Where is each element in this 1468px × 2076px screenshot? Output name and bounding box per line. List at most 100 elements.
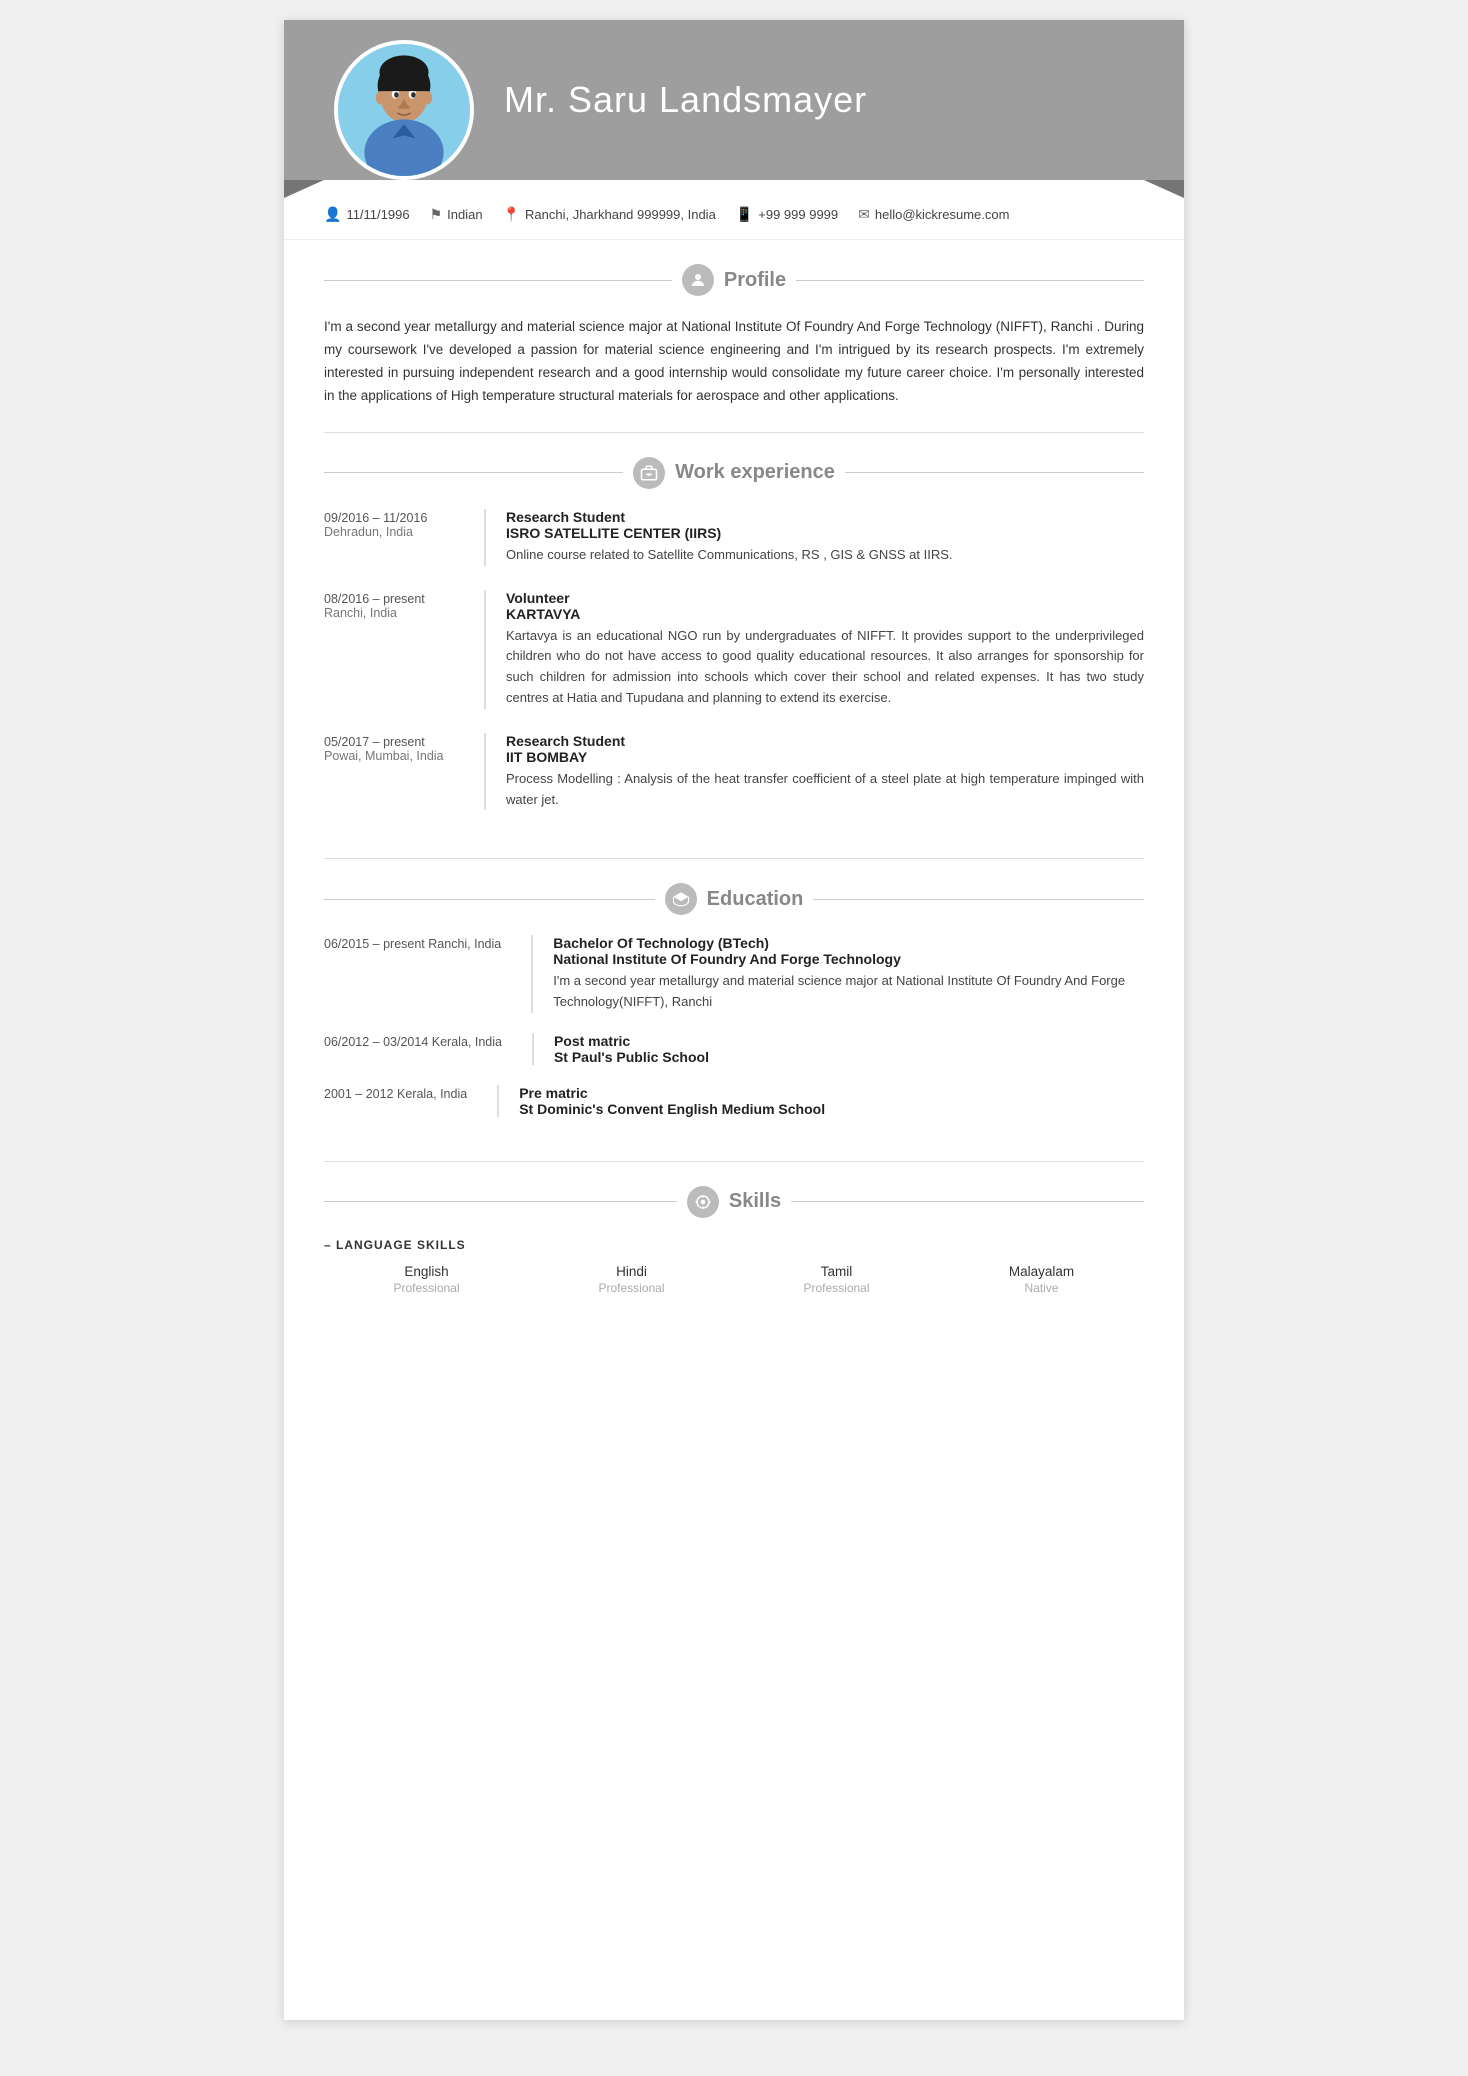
work-date-range-2: 08/2016 – present	[324, 592, 454, 606]
nationality-item: ⚑ Indian	[430, 206, 483, 223]
person-icon: 👤	[324, 206, 341, 223]
email-item: ✉ hello@kickresume.com	[858, 206, 1009, 223]
candidate-name: Mr. Saru Landsmayer	[504, 79, 867, 121]
email-icon: ✉	[858, 206, 870, 223]
profile-section-header: Profile	[324, 264, 1144, 296]
edu-degree-3: Pre matric	[519, 1085, 1144, 1101]
edu-date-1: 06/2015 – present Ranchi, India	[324, 935, 501, 1013]
dob-value: 11/11/1996	[346, 207, 409, 222]
language-level-hindi: Professional	[529, 1281, 734, 1295]
language-name-english: English	[324, 1264, 529, 1279]
section-line-left	[324, 1201, 677, 1202]
personal-info-bar: 👤 11/11/1996 ⚑ Indian 📍 Ranchi, Jharkhan…	[284, 190, 1184, 240]
language-grid: English Professional Hindi Professional …	[324, 1264, 1144, 1295]
work-experience-section: Work experience 09/2016 – 11/2016 Dehrad…	[284, 433, 1184, 859]
work-desc-1: Online course related to Satellite Commu…	[506, 545, 1144, 566]
skills-section-header: Skills	[324, 1186, 1144, 1218]
phone-value: +99 999 9999	[758, 207, 838, 222]
language-english: English Professional	[324, 1264, 529, 1295]
work-title: Work experience	[675, 461, 835, 484]
location-value: Ranchi, Jharkhand 999999, India	[525, 207, 716, 222]
language-name-malayalam: Malayalam	[939, 1264, 1144, 1279]
work-date-range-3: 05/2017 – present	[324, 735, 454, 749]
edu-date-3: 2001 – 2012 Kerala, India	[324, 1085, 467, 1117]
work-location-3: Powai, Mumbai, India	[324, 749, 454, 763]
section-line-left	[324, 280, 672, 281]
location-item: 📍 Ranchi, Jharkhand 999999, India	[503, 206, 716, 223]
section-line-right	[845, 472, 1144, 473]
section-line-right	[791, 1201, 1144, 1202]
work-item-1: 09/2016 – 11/2016 Dehradun, India Resear…	[324, 509, 1144, 566]
nationality-value: Indian	[447, 207, 482, 222]
edu-content-3: Pre matric St Dominic's Convent English …	[497, 1085, 1144, 1117]
work-date-1: 09/2016 – 11/2016 Dehradun, India	[324, 509, 454, 566]
work-date-2: 08/2016 – present Ranchi, India	[324, 590, 454, 709]
edu-school-1: National Institute Of Foundry And Forge …	[553, 951, 1144, 967]
language-level-malayalam: Native	[939, 1281, 1144, 1295]
work-item-3: 05/2017 – present Powai, Mumbai, India R…	[324, 733, 1144, 811]
edu-desc-1: I'm a second year metallurgy and materia…	[553, 971, 1144, 1013]
flag-icon: ⚑	[430, 206, 443, 223]
work-company-2: KARTAVYA	[506, 606, 1144, 622]
avatar	[334, 40, 474, 180]
edu-date-range-2: 06/2012 – 03/2014	[324, 1035, 428, 1049]
work-content-1: Research Student ISRO SATELLITE CENTER (…	[484, 509, 1144, 566]
edu-item-3: 2001 – 2012 Kerala, India Pre matric St …	[324, 1085, 1144, 1117]
language-name-hindi: Hindi	[529, 1264, 734, 1279]
edu-school-3: St Dominic's Convent English Medium Scho…	[519, 1101, 1144, 1117]
phone-icon: 📱	[736, 206, 753, 223]
edu-content-2: Post matric St Paul's Public School	[532, 1033, 1144, 1065]
section-line-left	[324, 899, 655, 900]
edu-content-1: Bachelor Of Technology (BTech) National …	[531, 935, 1144, 1013]
dob-item: 👤 11/11/1996	[324, 206, 410, 223]
work-content-3: Research Student IIT BOMBAY Process Mode…	[484, 733, 1144, 811]
work-job-title-3: Research Student	[506, 733, 1144, 749]
edu-date-range-3: 2001 – 2012	[324, 1087, 394, 1101]
header: Mr. Saru Landsmayer	[284, 20, 1184, 180]
work-location-2: Ranchi, India	[324, 606, 454, 620]
work-location-1: Dehradun, India	[324, 525, 454, 539]
education-title: Education	[707, 888, 804, 911]
section-line-left	[324, 472, 623, 473]
work-job-title-2: Volunteer	[506, 590, 1144, 606]
edu-school-2: St Paul's Public School	[554, 1049, 1144, 1065]
language-level-english: Professional	[324, 1281, 529, 1295]
education-section: Education 06/2015 – present Ranchi, Indi…	[284, 859, 1184, 1161]
work-item-2: 08/2016 – present Ranchi, India Voluntee…	[324, 590, 1144, 709]
language-hindi: Hindi Professional	[529, 1264, 734, 1295]
work-desc-3: Process Modelling : Analysis of the heat…	[506, 769, 1144, 811]
work-company-1: ISRO SATELLITE CENTER (IIRS)	[506, 525, 1144, 541]
work-company-3: IIT BOMBAY	[506, 749, 1144, 765]
email-value: hello@kickresume.com	[875, 207, 1010, 222]
phone-item: 📱 +99 999 9999	[736, 206, 838, 223]
section-line-right	[796, 280, 1144, 281]
edu-degree-1: Bachelor Of Technology (BTech)	[553, 935, 1144, 951]
skills-section: Skills – LANGUAGE SKILLS English Profess…	[284, 1162, 1184, 1319]
profile-section-icon	[682, 264, 714, 296]
language-malayalam: Malayalam Native	[939, 1264, 1144, 1295]
work-date-range-1: 09/2016 – 11/2016	[324, 511, 454, 525]
edu-date-range-1: 06/2015 – present	[324, 937, 425, 951]
education-section-icon	[665, 883, 697, 915]
profile-title: Profile	[724, 269, 786, 292]
location-icon: 📍	[503, 206, 520, 223]
skills-title: Skills	[729, 1190, 781, 1213]
edu-location-3: Kerala, India	[397, 1087, 467, 1101]
education-section-header: Education	[324, 883, 1144, 915]
language-tamil: Tamil Professional	[734, 1264, 939, 1295]
work-date-3: 05/2017 – present Powai, Mumbai, India	[324, 733, 454, 811]
edu-location-1: Ranchi, India	[428, 937, 501, 951]
skills-section-icon	[687, 1186, 719, 1218]
edu-location-2: Kerala, India	[432, 1035, 502, 1049]
edu-degree-2: Post matric	[554, 1033, 1144, 1049]
work-section-icon	[633, 457, 665, 489]
profile-section: Profile I'm a second year metallurgy and…	[284, 240, 1184, 432]
work-desc-2: Kartavya is an educational NGO run by un…	[506, 626, 1144, 709]
edu-item-2: 06/2012 – 03/2014 Kerala, India Post mat…	[324, 1033, 1144, 1065]
profile-text: I'm a second year metallurgy and materia…	[324, 316, 1144, 408]
work-section-header: Work experience	[324, 457, 1144, 489]
edu-item-1: 06/2015 – present Ranchi, India Bachelor…	[324, 935, 1144, 1013]
language-skills-label: – LANGUAGE SKILLS	[324, 1238, 1144, 1252]
work-job-title-1: Research Student	[506, 509, 1144, 525]
section-line-right	[813, 899, 1144, 900]
